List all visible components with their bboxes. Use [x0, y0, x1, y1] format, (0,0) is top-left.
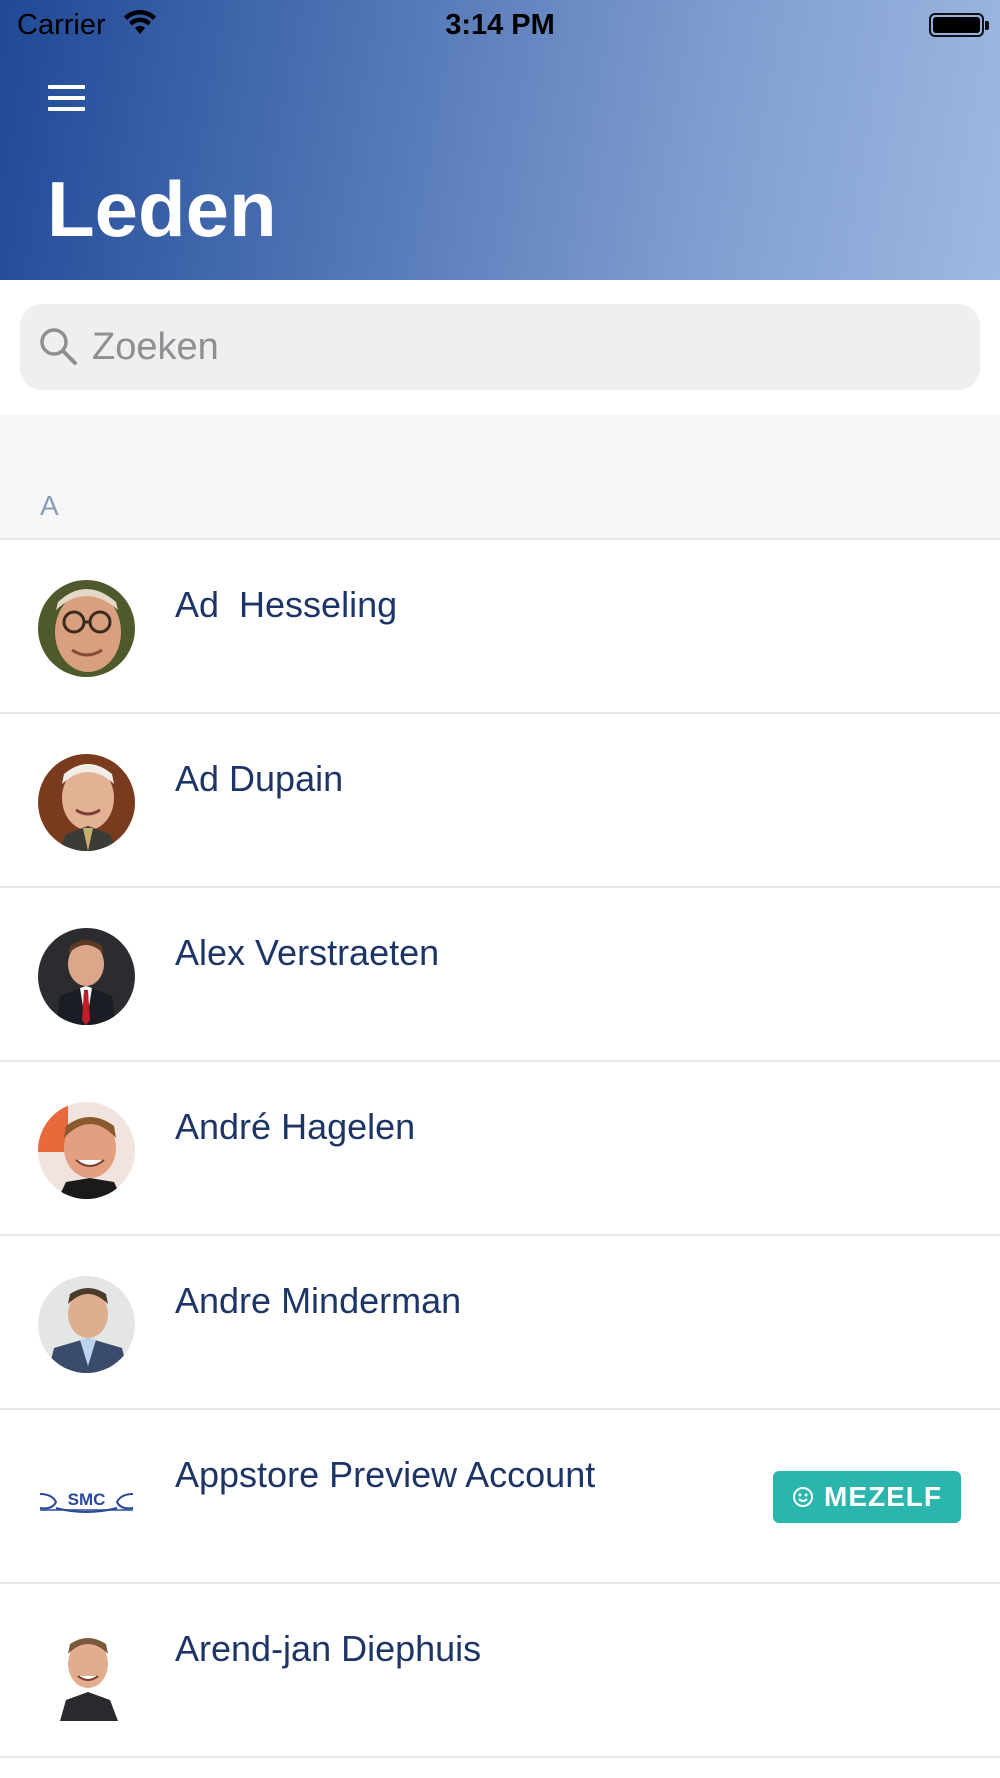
- avatar: [38, 1276, 135, 1373]
- list-item[interactable]: SMC Appstore Preview Account MEZELF: [0, 1410, 1000, 1584]
- search-icon: [40, 328, 77, 365]
- member-name: Appstore Preview Account: [175, 1454, 596, 1495]
- avatar: [38, 754, 135, 851]
- status-bar: Carrier 3:14 PM: [0, 0, 1000, 50]
- battery-icon: [929, 13, 989, 37]
- section-header: A: [0, 415, 1000, 540]
- logo-text: SMC: [68, 1490, 106, 1509]
- member-name: Andre Minderman: [175, 1280, 462, 1321]
- list-item[interactable]: Ad Hesseling: [0, 540, 1000, 714]
- list-item[interactable]: André Hagelen: [0, 1062, 1000, 1236]
- member-name: André Hagelen: [175, 1106, 416, 1147]
- member-name: Ad Dupain: [175, 758, 344, 799]
- badge-label: MEZELF: [824, 1481, 942, 1512]
- clock: 3:14 PM: [445, 9, 555, 41]
- member-name: Alex Verstraeten: [175, 932, 440, 973]
- smiley-icon: [793, 1487, 813, 1507]
- avatar: [38, 1102, 135, 1199]
- header-bar: Carrier 3:14 PM Leden: [0, 0, 1000, 280]
- list-item[interactable]: Andre Minderman: [0, 1236, 1000, 1410]
- members-list: Ad Hesseling Ad Dupain Alex Verstraeten …: [0, 540, 1000, 1758]
- avatar: [38, 928, 135, 1025]
- search-bar[interactable]: [20, 304, 980, 390]
- hamburger-menu-icon[interactable]: [48, 85, 98, 125]
- member-name: Arend-jan Diephuis: [175, 1628, 482, 1669]
- avatar: [38, 580, 135, 677]
- member-name: Ad Hesseling: [175, 584, 398, 625]
- search-input[interactable]: [92, 304, 952, 390]
- list-item[interactable]: Arend-jan Diephuis: [0, 1584, 1000, 1758]
- self-badge: MEZELF: [773, 1471, 961, 1523]
- smc-logo: SMC: [38, 1450, 135, 1547]
- section-letter: A: [40, 490, 59, 521]
- page-title: Leden: [47, 165, 277, 253]
- avatar: [38, 1624, 135, 1721]
- search-area: [0, 280, 1000, 415]
- list-item[interactable]: Alex Verstraeten: [0, 888, 1000, 1062]
- list-item[interactable]: Ad Dupain: [0, 714, 1000, 888]
